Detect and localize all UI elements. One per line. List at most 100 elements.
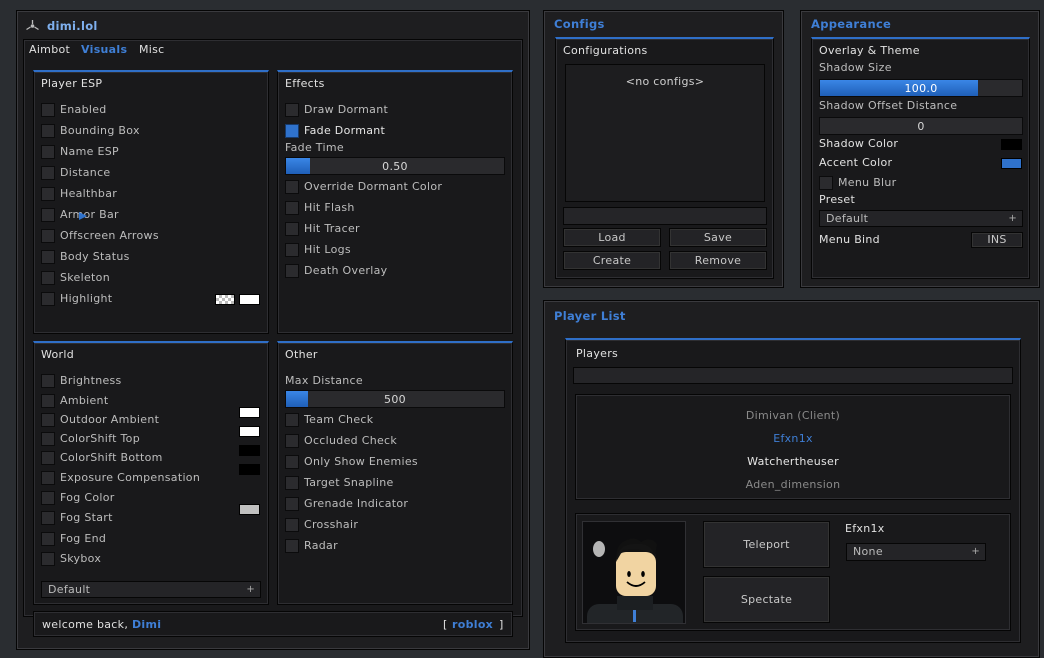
highlight-outline-swatch[interactable] [239, 294, 260, 305]
fade-dormant-toggle[interactable]: Fade Dormant [285, 123, 385, 138]
player-list-item[interactable]: Aden_dimension [576, 478, 1010, 491]
colorshift-bottom-color-swatch[interactable] [239, 464, 260, 475]
player-list-item[interactable]: Watchertheuser [576, 455, 1010, 468]
teleport-button[interactable]: Teleport [703, 521, 830, 568]
menu-blur-toggle[interactable]: Menu Blur [819, 175, 897, 190]
grenade-indicator-toggle[interactable]: Grenade Indicator [285, 496, 408, 511]
team-check-toggle[interactable]: Team Check [285, 412, 373, 427]
checkbox[interactable] [41, 470, 55, 485]
checkbox[interactable] [41, 144, 55, 159]
draw-dormant-toggle[interactable]: Draw Dormant [285, 102, 388, 117]
checkbox[interactable] [285, 475, 299, 490]
skybox-dropdown[interactable]: Default + [41, 581, 261, 598]
config-name-input[interactable] [563, 207, 767, 225]
fade-time-slider[interactable]: 0.50 [285, 157, 505, 175]
checkbox[interactable] [41, 431, 55, 446]
checkbox[interactable] [285, 517, 299, 532]
fog-color-toggle[interactable]: Fog Color [41, 490, 115, 505]
checkbox[interactable] [41, 207, 55, 222]
checkbox[interactable] [41, 412, 55, 427]
create-button[interactable]: Create [563, 251, 661, 270]
checkbox[interactable] [285, 454, 299, 469]
colorshift-top-toggle[interactable]: ColorShift Top [41, 431, 140, 446]
checkbox[interactable] [285, 242, 299, 257]
enabled-toggle[interactable]: Enabled [41, 102, 107, 117]
preset-dropdown[interactable]: Default + [819, 210, 1023, 227]
tab-aimbot[interactable]: Aimbot [29, 43, 70, 56]
shadow-offset-slider[interactable]: 0 [819, 117, 1023, 135]
fog-end-toggle[interactable]: Fog End [41, 531, 106, 546]
player-listbox[interactable]: Dimivan (Client) Efxn1x Watchertheuser A… [575, 394, 1011, 500]
tab-misc[interactable]: Misc [139, 43, 165, 56]
player-list-item-selected[interactable]: Efxn1x [576, 432, 1010, 445]
radar-toggle[interactable]: Radar [285, 538, 338, 553]
player-search-input[interactable] [573, 367, 1013, 384]
checkbox[interactable] [285, 221, 299, 236]
hit-logs-toggle[interactable]: Hit Logs [285, 242, 351, 257]
checkbox[interactable] [41, 102, 55, 117]
checkbox[interactable] [41, 393, 55, 408]
player-action-dropdown[interactable]: None + [846, 543, 986, 561]
name-esp-toggle[interactable]: Name ESP [41, 144, 119, 159]
checkbox[interactable] [285, 263, 299, 278]
checkbox[interactable] [41, 228, 55, 243]
checkbox[interactable] [41, 291, 55, 306]
target-snapline-toggle[interactable]: Target Snapline [285, 475, 394, 490]
tab-visuals[interactable]: Visuals [81, 43, 127, 56]
checkbox[interactable] [41, 123, 55, 138]
fog-start-toggle[interactable]: Fog Start [41, 510, 113, 525]
healthbar-toggle[interactable]: Healthbar [41, 186, 117, 201]
checkbox[interactable] [285, 179, 299, 194]
checkbox[interactable] [819, 175, 833, 190]
body-status-toggle[interactable]: Body Status [41, 249, 130, 264]
checkbox[interactable] [41, 249, 55, 264]
death-overlay-toggle[interactable]: Death Overlay [285, 263, 387, 278]
highlight-fill-swatch[interactable] [215, 294, 235, 305]
checkbox[interactable] [41, 270, 55, 285]
crosshair-toggle[interactable]: Crosshair [285, 517, 358, 532]
ambient-color-swatch[interactable] [239, 407, 260, 418]
max-distance-slider[interactable]: 500 [285, 390, 505, 408]
override-dormant-color-toggle[interactable]: Override Dormant Color [285, 179, 442, 194]
exposure-compensation-toggle[interactable]: Exposure Compensation [41, 470, 200, 485]
hit-flash-toggle[interactable]: Hit Flash [285, 200, 355, 215]
remove-button[interactable]: Remove [669, 251, 767, 270]
config-list[interactable]: <no configs> [565, 64, 765, 202]
menu-bind-button[interactable]: INS [971, 232, 1023, 248]
player-list-item[interactable]: Dimivan (Client) [576, 409, 1010, 422]
checkbox[interactable] [41, 186, 55, 201]
offscreen-arrows-toggle[interactable]: Offscreen Arrows [41, 228, 159, 243]
outdoor-ambient-toggle[interactable]: Outdoor Ambient [41, 412, 159, 427]
fog-color-swatch[interactable] [239, 504, 260, 515]
save-button[interactable]: Save [669, 228, 767, 247]
checkbox[interactable] [41, 510, 55, 525]
skybox-toggle[interactable]: Skybox [41, 551, 101, 566]
occluded-check-toggle[interactable]: Occluded Check [285, 433, 397, 448]
hit-tracer-toggle[interactable]: Hit Tracer [285, 221, 360, 236]
accent-color-swatch[interactable] [1001, 158, 1022, 169]
checkbox[interactable] [41, 373, 55, 388]
only-show-enemies-toggle[interactable]: Only Show Enemies [285, 454, 418, 469]
checkbox-checked[interactable] [285, 123, 299, 138]
checkbox[interactable] [285, 538, 299, 553]
ambient-toggle[interactable]: Ambient [41, 393, 108, 408]
colorshift-top-color-swatch[interactable] [239, 445, 260, 456]
checkbox[interactable] [285, 200, 299, 215]
bounding-box-toggle[interactable]: Bounding Box [41, 123, 140, 138]
checkbox[interactable] [41, 165, 55, 180]
checkbox[interactable] [285, 412, 299, 427]
checkbox[interactable] [41, 551, 55, 566]
brightness-toggle[interactable]: Brightness [41, 373, 122, 388]
shadow-color-swatch[interactable] [1001, 139, 1022, 150]
highlight-toggle[interactable]: Highlight [41, 291, 112, 306]
load-button[interactable]: Load [563, 228, 661, 247]
checkbox[interactable] [285, 433, 299, 448]
outdoor-ambient-color-swatch[interactable] [239, 426, 260, 437]
skeleton-toggle[interactable]: Skeleton [41, 270, 110, 285]
checkbox[interactable] [41, 490, 55, 505]
checkbox[interactable] [41, 450, 55, 465]
shadow-size-slider[interactable]: 100.0 [819, 79, 1023, 97]
checkbox[interactable] [285, 102, 299, 117]
checkbox[interactable] [285, 496, 299, 511]
distance-toggle[interactable]: Distance [41, 165, 111, 180]
